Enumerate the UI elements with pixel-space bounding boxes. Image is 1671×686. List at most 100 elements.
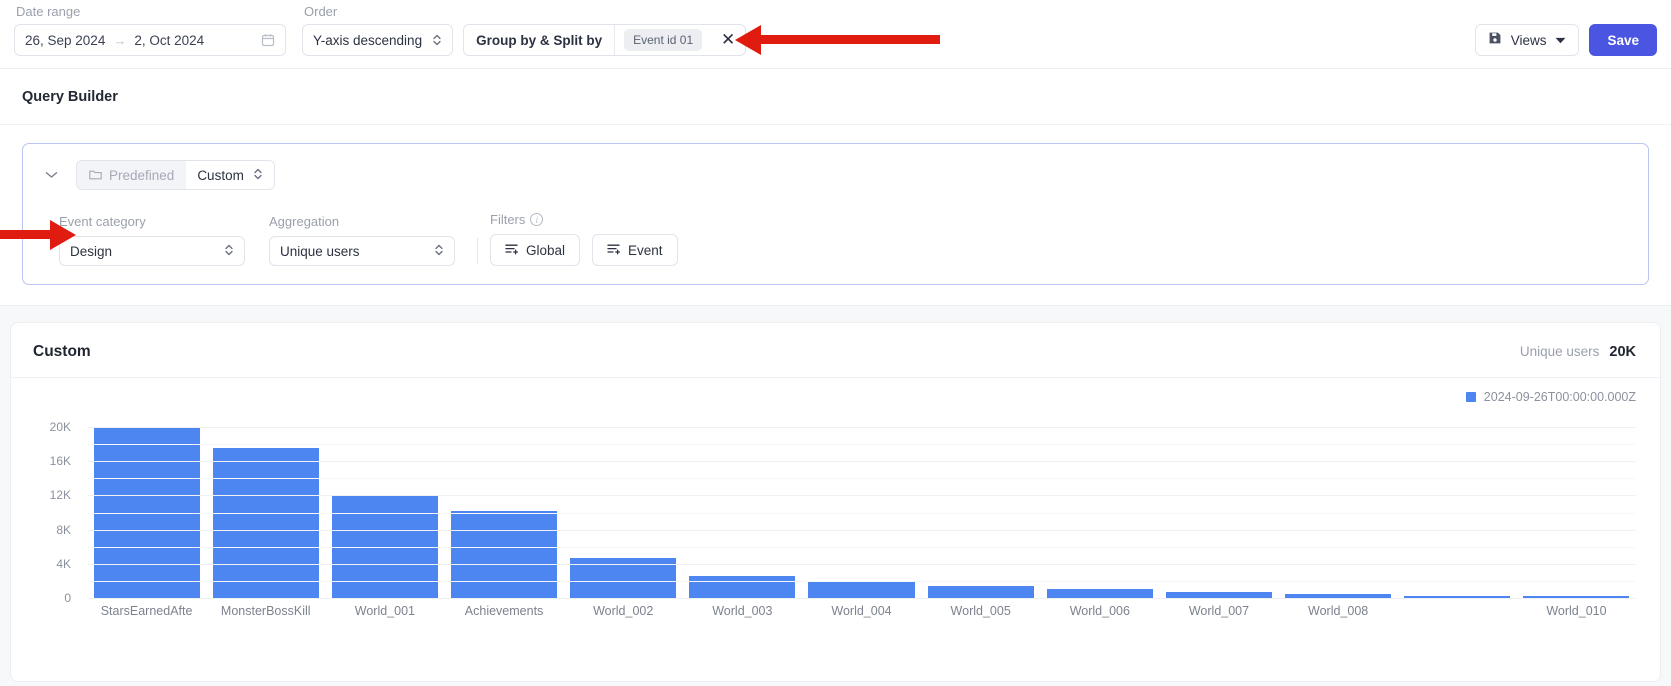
bar-slot bbox=[1040, 410, 1159, 598]
x-axis-label: World_010 bbox=[1546, 604, 1607, 618]
y-axis-tick: 16K bbox=[49, 454, 71, 469]
filter-global-button[interactable]: Global bbox=[490, 234, 581, 266]
filters-group: Filters i Global Event bbox=[490, 212, 678, 266]
bar-slot bbox=[1279, 410, 1398, 598]
x-axis-label: Achievements bbox=[464, 604, 544, 618]
bar-slot bbox=[564, 410, 683, 598]
x-axis-label: World_008 bbox=[1308, 604, 1369, 618]
bar-slot bbox=[802, 410, 921, 598]
gridline-minor bbox=[87, 478, 1636, 480]
save-button[interactable]: Save bbox=[1589, 24, 1657, 56]
group-by-split-by-control[interactable]: Group by & Split by Event id 01 ✕ bbox=[463, 24, 747, 56]
legend-label: 2024-09-26T00:00:00.000Z bbox=[1483, 390, 1636, 404]
collapse-chevron-icon[interactable] bbox=[39, 168, 64, 182]
predefined-custom-toggle[interactable]: Predefined Custom bbox=[76, 160, 275, 190]
aggregation-group: Aggregation Unique users bbox=[269, 214, 455, 266]
filter-event-label: Event bbox=[628, 242, 663, 258]
query-card-controls-row: Event category Design Aggregation Unique bbox=[39, 212, 1632, 266]
query-card: Predefined Custom Event category Design … bbox=[22, 143, 1649, 285]
bar-slot bbox=[1398, 410, 1517, 598]
filter-event-button[interactable]: Event bbox=[592, 234, 678, 266]
query-builder-panel: Query Builder Predefined Custom Event ca… bbox=[0, 68, 1671, 306]
filters-label-wrap: Filters i bbox=[490, 212, 678, 227]
info-icon[interactable]: i bbox=[530, 213, 544, 226]
gridline-minor bbox=[87, 444, 1636, 446]
bar-slot bbox=[87, 410, 206, 598]
chevron-updown-icon bbox=[432, 33, 442, 47]
filter-plus-icon bbox=[607, 243, 621, 258]
bar-slot bbox=[1517, 410, 1636, 598]
y-axis-tick: 0 bbox=[64, 591, 71, 605]
date-range-label: Date range bbox=[16, 4, 81, 19]
query-card-header-row: Predefined Custom bbox=[39, 160, 1632, 190]
x-axis-labels: StarsEarnedAfte MonsterBossKill World_001 A… bbox=[87, 598, 1636, 624]
gridline-minor bbox=[87, 546, 1636, 548]
order-value: Y-axis descending bbox=[313, 32, 423, 48]
date-range-arrow-icon: → bbox=[113, 32, 127, 48]
x-axis-label: StarsEarnedAfte bbox=[100, 604, 193, 618]
chevron-updown-icon bbox=[224, 243, 234, 260]
bar-slot bbox=[444, 410, 563, 598]
y-axis-tick: 8K bbox=[56, 522, 71, 537]
save-disk-icon bbox=[1488, 31, 1502, 50]
group-by-chip[interactable]: Event id 01 bbox=[624, 29, 703, 51]
y-axis-tick: 20K bbox=[49, 420, 71, 435]
y-axis-tick: 4K bbox=[56, 556, 71, 571]
bar[interactable] bbox=[689, 575, 796, 598]
tab-custom[interactable]: Custom bbox=[186, 161, 274, 189]
chart-header: Custom Unique users 20K bbox=[11, 323, 1660, 378]
bar[interactable] bbox=[927, 586, 1034, 598]
metric-label: Unique users bbox=[1519, 344, 1600, 359]
y-axis-tick: 12K bbox=[49, 488, 71, 503]
gridline-minor bbox=[87, 512, 1636, 514]
x-axis-label: World_001 bbox=[354, 604, 415, 618]
divider bbox=[614, 25, 616, 55]
chart-plot-area: 0 4K 8K 12K 16K 20K StarsEarnedAfte MonsterBos… bbox=[33, 410, 1636, 624]
folder-icon bbox=[89, 168, 102, 183]
x-axis-label: World_005 bbox=[950, 604, 1011, 618]
chart-title: Custom bbox=[33, 343, 91, 360]
gridline-minor bbox=[87, 580, 1636, 582]
event-category-group: Event category Design bbox=[59, 214, 245, 266]
date-start-value: 26, Sep 2024 bbox=[25, 32, 106, 48]
event-category-select[interactable]: Design bbox=[59, 236, 245, 266]
legend-swatch bbox=[1465, 392, 1476, 402]
filter-global-label: Global bbox=[526, 242, 566, 258]
tab-predefined[interactable]: Predefined bbox=[77, 161, 187, 189]
order-group: Order Y-axis descending Group by & Split… bbox=[302, 4, 747, 56]
y-axis: 0 4K 8K 12K 16K 20K bbox=[33, 410, 79, 605]
gridline bbox=[87, 461, 1636, 463]
bar-slot bbox=[683, 410, 802, 598]
order-select[interactable]: Y-axis descending bbox=[302, 24, 454, 56]
bar[interactable] bbox=[212, 447, 319, 598]
aggregation-select[interactable]: Unique users bbox=[269, 236, 455, 266]
chevron-updown-icon bbox=[434, 243, 444, 260]
chart-section: Custom Unique users 20K 2024-09-26T00:00… bbox=[0, 306, 1671, 682]
bar[interactable] bbox=[451, 510, 558, 598]
bar[interactable] bbox=[808, 581, 915, 598]
chart-card: Custom Unique users 20K 2024-09-26T00:00… bbox=[10, 322, 1661, 682]
close-icon[interactable]: ✕ bbox=[711, 25, 745, 55]
bar-series bbox=[87, 410, 1636, 598]
gridline bbox=[87, 495, 1636, 497]
gridline bbox=[87, 427, 1636, 429]
gridline bbox=[87, 563, 1636, 565]
gridline bbox=[87, 529, 1636, 531]
x-axis-label: World_007 bbox=[1188, 604, 1250, 618]
views-button[interactable]: Views bbox=[1474, 24, 1580, 56]
event-category-label: Event category bbox=[59, 214, 146, 229]
bar-slot bbox=[325, 410, 444, 598]
calendar-icon bbox=[261, 33, 275, 47]
x-axis-label: MonsterBossKill bbox=[220, 604, 311, 618]
bar-slot bbox=[206, 410, 325, 598]
x-axis-label: World_002 bbox=[593, 604, 654, 618]
x-axis-label: World_004 bbox=[831, 604, 892, 618]
order-label: Order bbox=[304, 4, 338, 19]
x-axis-label: World_006 bbox=[1069, 604, 1130, 618]
chart-gridlines bbox=[87, 410, 1636, 599]
bar-slot bbox=[921, 410, 1040, 598]
aggregation-label: Aggregation bbox=[269, 214, 340, 229]
bar[interactable] bbox=[1046, 589, 1153, 598]
top-toolbar: Date range 26, Sep 2024 → 2, Oct 2024 Or… bbox=[0, 0, 1671, 68]
date-range-input[interactable]: 26, Sep 2024 → 2, Oct 2024 bbox=[14, 24, 286, 56]
